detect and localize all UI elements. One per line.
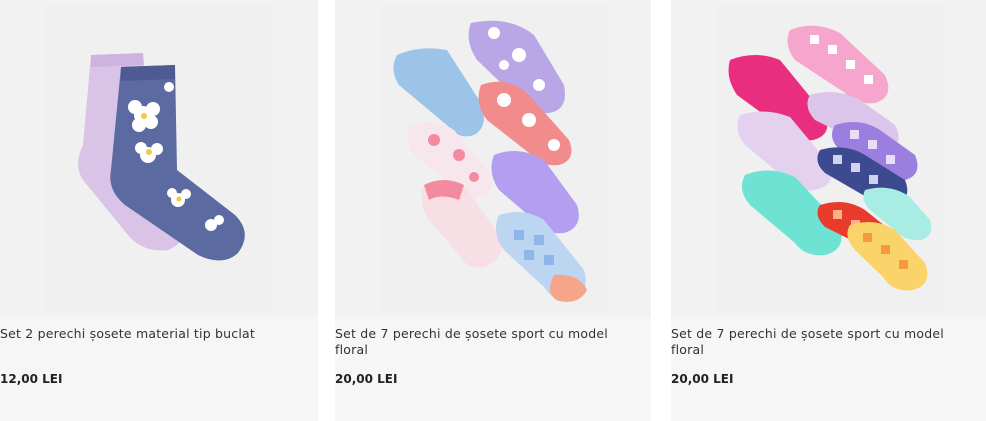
- product-title[interactable]: Set de 7 perechi de șosete sport cu mode…: [335, 326, 643, 358]
- product-price: 12,00 LEI: [0, 372, 63, 386]
- product-price: 20,00 LEI: [671, 372, 734, 386]
- product-image-area[interactable]: [671, 0, 986, 316]
- product-image-area[interactable]: [335, 0, 651, 316]
- product-price: 20,00 LEI: [335, 372, 398, 386]
- product-card[interactable]: Set 2 perechi șosete material tip buclat…: [0, 0, 318, 421]
- floral-socks-image[interactable]: [43, 5, 272, 310]
- product-title[interactable]: Set 2 perechi șosete material tip buclat: [0, 326, 310, 342]
- product-title[interactable]: Set de 7 perechi de șosete sport cu mode…: [671, 326, 978, 358]
- product-card[interactable]: Set de 7 perechi de șosete sport cu mode…: [335, 0, 651, 421]
- product-card[interactable]: Set de 7 perechi de șosete sport cu mode…: [671, 0, 986, 421]
- product-image-area[interactable]: [0, 0, 318, 316]
- sport-socks-checkered-image[interactable]: [715, 5, 943, 310]
- sport-socks-pastel-image[interactable]: [379, 5, 608, 310]
